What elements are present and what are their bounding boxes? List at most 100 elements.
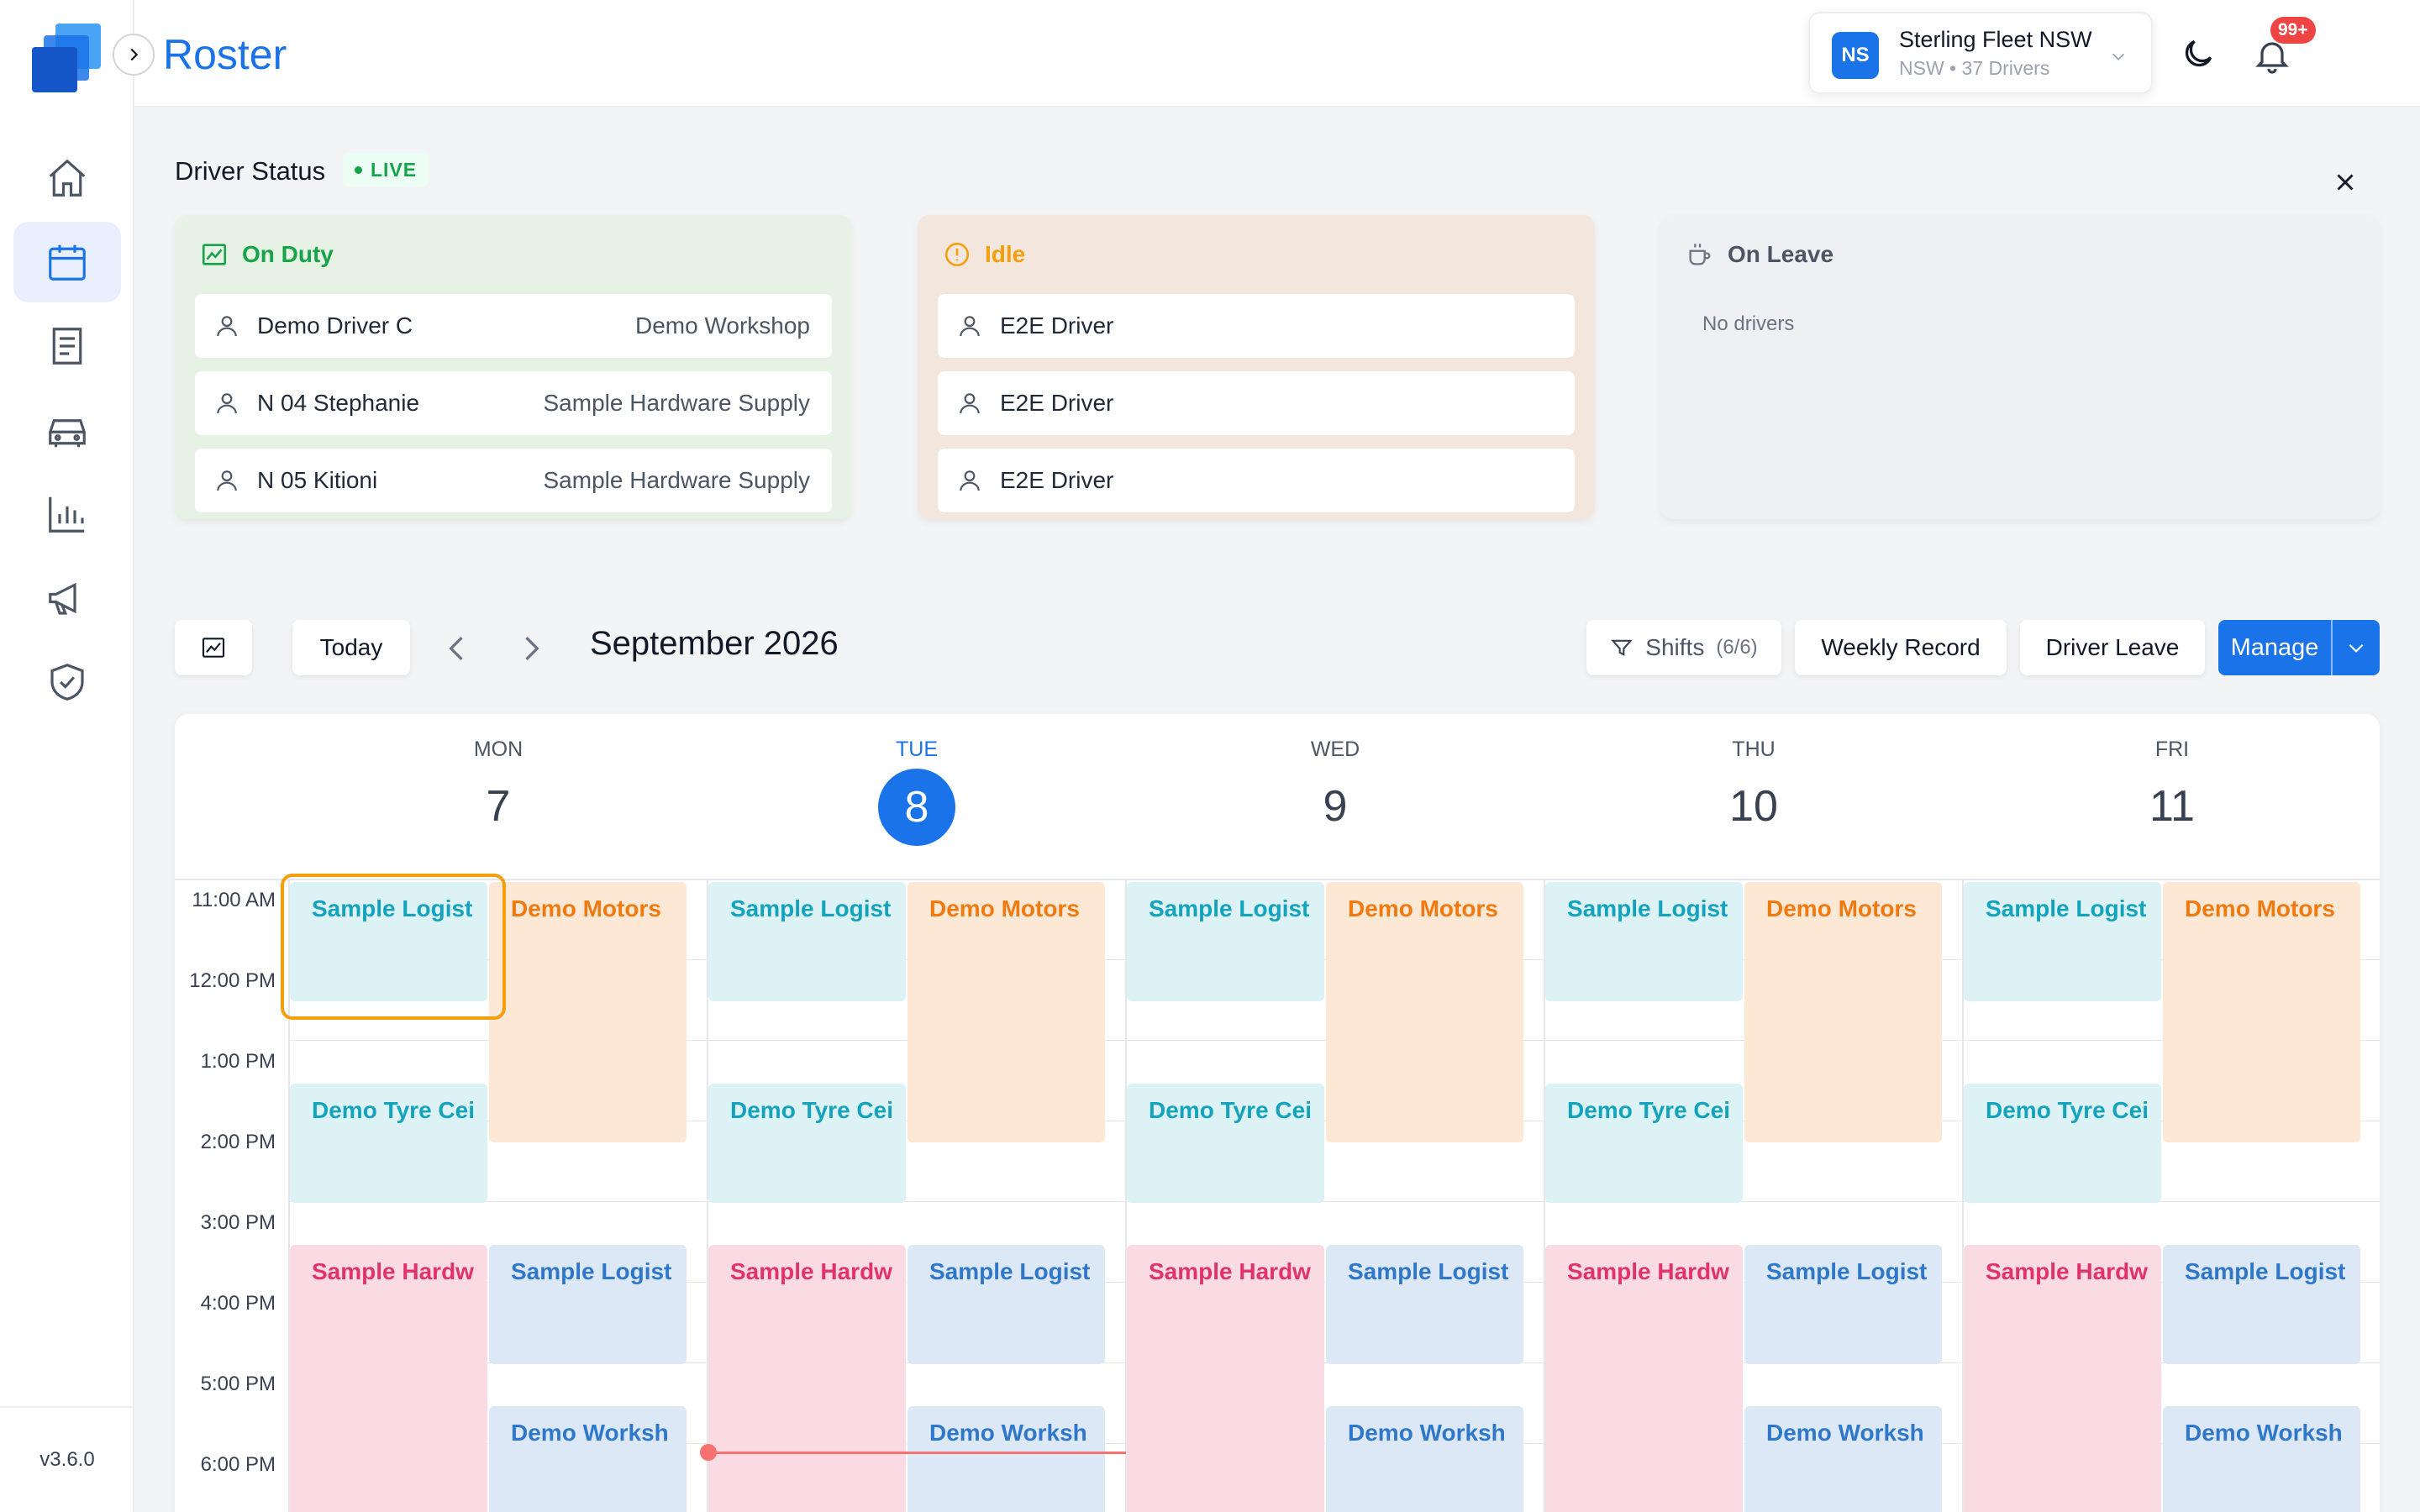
manage-dropdown[interactable] [2333,637,2380,659]
driver-row[interactable]: N 05 Kitioni Sample Hardware Supply [195,449,832,512]
empty-state-text: No drivers [1702,312,1795,335]
shifts-count: (6/6) [1716,636,1758,659]
moon-icon[interactable] [2180,35,2217,72]
today-button[interactable]: Today [292,620,410,675]
time-label: 11:00 AM [192,889,276,911]
shift-block[interactable]: Sample Logist [2163,1245,2360,1364]
time-label: 12:00 PM [189,969,276,992]
selected-shift-outline [281,874,506,1020]
bar-chart-icon [49,496,85,533]
shift-block[interactable]: Sample Logist [1964,882,2161,1001]
manage-button[interactable]: Manage [2218,620,2380,675]
day-of-week: FRI [2154,738,2190,761]
day-of-week: WED [1310,738,1360,761]
organization-switcher[interactable]: NS Sterling Fleet NSW NSW • 37 Drivers [1808,12,2153,94]
shift-block[interactable]: Sample Logist [908,1245,1105,1364]
nav-compliance[interactable] [13,642,121,722]
nav-home[interactable] [13,138,121,218]
shift-block[interactable]: Demo Tyre Cei [290,1084,487,1203]
day-number: 10 [1729,782,1778,831]
nav-roster[interactable] [13,222,121,302]
shift-block[interactable]: Sample Logist [1744,1245,1942,1364]
current-time-line [708,1451,1126,1454]
month-title: September 2026 [590,625,839,662]
shift-block[interactable]: Sample Logist [708,882,906,1001]
day-header-today[interactable]: TUE 8 [708,738,1126,846]
shift-block[interactable]: Sample Hardw [1964,1245,2161,1512]
shift-block[interactable]: Sample Hardw [1545,1245,1743,1512]
shift-block[interactable]: Demo Tyre Cei [1964,1084,2161,1203]
day-header[interactable]: THU 10 [1544,738,1963,832]
driver-name: E2E Driver [1000,390,1114,416]
day-header[interactable]: MON 7 [289,738,708,832]
driver-row[interactable]: Demo Driver C Demo Workshop [195,294,832,358]
shifts-filter-button[interactable]: Shifts (6/6) [1586,620,1781,675]
time-label: 5:00 PM [200,1373,276,1395]
driver-name: N 05 Kitioni [257,467,378,493]
chart-line-icon [202,244,227,265]
day-number: 11 [2149,782,2195,831]
current-time-dot [700,1443,717,1461]
user-icon [217,470,237,491]
shift-block[interactable]: Demo Tyre Cei [1127,1084,1324,1203]
nav-vehicles[interactable] [13,390,121,470]
live-badge: LIVE [343,153,429,186]
driver-row[interactable]: E2E Driver [938,294,1575,358]
nav-analytics[interactable] [13,474,121,554]
time-label: 2:00 PM [200,1131,276,1153]
shift-block[interactable]: Demo Motors [1326,882,1523,1142]
shift-block[interactable]: Demo Worksh [1326,1406,1523,1512]
on-duty-card: On Duty Demo Driver C Demo Workshop N 04… [175,215,852,519]
sidebar: v3.6.0 [0,0,134,1512]
chart-view-button[interactable] [175,620,252,675]
shift-block[interactable]: Demo Motors [1744,882,1942,1142]
driver-row[interactable]: E2E Driver [938,449,1575,512]
close-icon[interactable] [2331,168,2360,197]
shift-block[interactable]: Demo Worksh [489,1406,687,1512]
shift-block[interactable]: Sample Logist [489,1245,687,1364]
chart-line-icon [202,638,225,658]
driver-leave-button[interactable]: Driver Leave [2020,620,2205,675]
shift-block[interactable]: Demo Worksh [908,1406,1105,1512]
driver-location: Sample Hardware Supply [543,390,811,416]
time-label: 1:00 PM [200,1050,276,1073]
shift-block[interactable]: Demo Motors [2163,882,2360,1142]
shift-block[interactable]: Sample Hardw [290,1245,487,1512]
user-icon [960,470,980,491]
idle-title: Idle [985,241,1026,267]
driver-status-title: Driver Status [175,156,326,186]
shift-block[interactable]: Demo Motors [489,882,687,1142]
chevron-left-icon[interactable] [439,630,476,667]
coffee-icon [1689,244,1711,265]
nav-announcements[interactable] [13,558,121,638]
driver-row[interactable]: E2E Driver [938,371,1575,435]
on-duty-header: On Duty [200,240,334,269]
weekly-record-button[interactable]: Weekly Record [1795,620,2007,675]
shift-block[interactable]: Demo Worksh [1744,1406,1942,1512]
shift-block[interactable]: Demo Motors [908,882,1105,1142]
version-divider [0,1406,134,1408]
user-icon [217,316,237,337]
driver-row[interactable]: N 04 Stephanie Sample Hardware Supply [195,371,832,435]
user-icon [960,393,980,414]
shift-block[interactable]: Demo Worksh [2163,1406,2360,1512]
receipt-icon [52,328,82,365]
day-header[interactable]: WED 9 [1126,738,1544,832]
nav-reports[interactable] [13,306,121,386]
app-version: v3.6.0 [39,1448,95,1471]
shift-block[interactable]: Sample Hardw [1127,1245,1324,1512]
on-duty-title: On Duty [242,241,334,267]
chevron-right-icon[interactable] [513,630,550,667]
app-logo-icon [32,24,101,92]
shift-block[interactable]: Sample Logist [1545,882,1743,1001]
shift-block[interactable]: Sample Logist [1326,1245,1523,1364]
shift-block[interactable]: Sample Logist [1127,882,1324,1001]
day-header[interactable]: FRI 11 [1963,738,2380,832]
shift-block[interactable]: Demo Tyre Cei [708,1084,906,1203]
org-subtitle: NSW • 37 Drivers [1899,57,2050,79]
shift-block[interactable]: Sample Hardw [708,1245,906,1512]
live-label: LIVE [371,158,418,181]
chevron-down-icon [2112,53,2125,60]
shift-block[interactable]: Demo Tyre Cei [1545,1084,1743,1203]
sidebar-collapse-button[interactable] [113,34,155,76]
